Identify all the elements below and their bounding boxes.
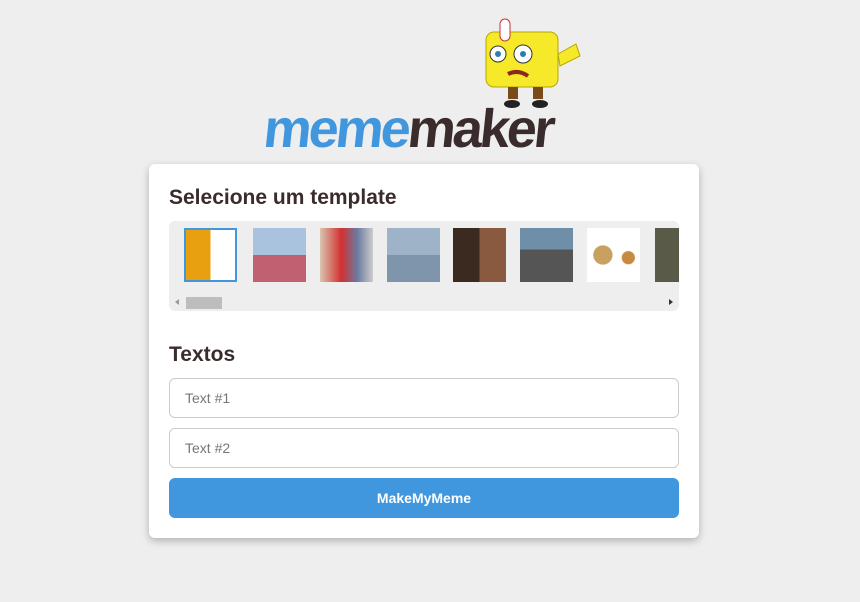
template-thumb-running-away[interactable] (655, 228, 679, 282)
template-thumb-distracted-boyfriend[interactable] (320, 228, 373, 282)
template-thumb-daily-struggle[interactable] (253, 228, 306, 282)
logo-text-meme: meme (260, 99, 412, 159)
template-carousel[interactable] (169, 221, 679, 311)
scroll-right-arrow-icon[interactable] (669, 299, 673, 305)
logo: mememaker (261, 14, 584, 159)
horizontal-scrollbar[interactable] (169, 294, 679, 311)
scroll-left-arrow-icon[interactable] (175, 299, 179, 305)
texts-section-title: Textos (169, 343, 236, 366)
template-thumb-left-exit-12[interactable] (520, 228, 573, 282)
text2-input[interactable] (169, 428, 679, 468)
template-thumb-bad-pun[interactable] (387, 228, 440, 282)
template-thumb-drake[interactable] (184, 228, 237, 282)
make-my-meme-button[interactable]: MakeMyMeme (169, 478, 679, 518)
text1-input[interactable] (169, 378, 679, 418)
template-thumb-buff-doge[interactable] (587, 228, 640, 282)
template-thumb-uno-draw-25[interactable] (453, 228, 506, 282)
template-section-title: Selecione um template (169, 186, 397, 209)
logo-text-maker: maker (404, 99, 556, 159)
meme-form-card: Selecione um template Textos MakeMyMeme (149, 164, 699, 538)
scrollbar-thumb[interactable] (186, 297, 222, 309)
